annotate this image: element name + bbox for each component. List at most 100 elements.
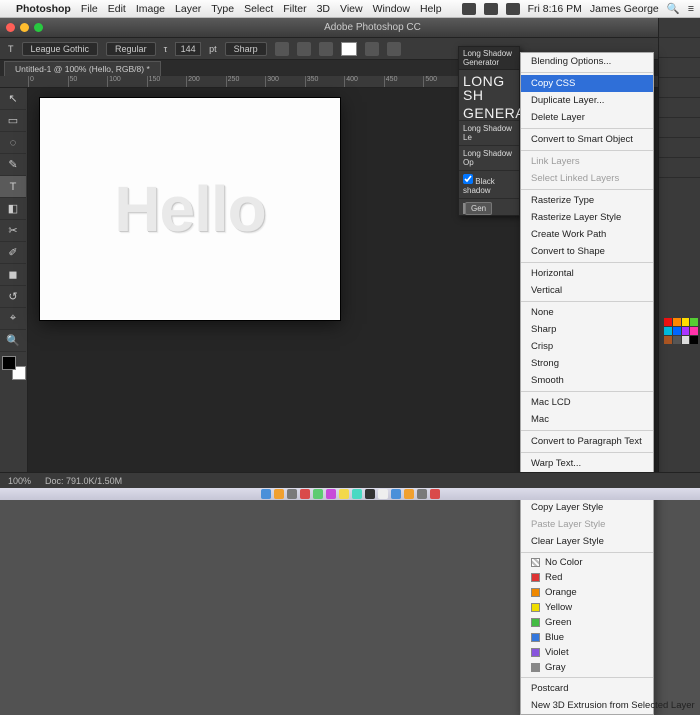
- close-button[interactable]: [6, 23, 15, 32]
- align-left-icon[interactable]: [275, 42, 289, 56]
- doc-info[interactable]: Doc: 791.0K/1.50M: [45, 476, 122, 486]
- mi-postcard[interactable]: Postcard: [521, 680, 653, 697]
- dock-app-icon[interactable]: [300, 489, 310, 499]
- menu-3d[interactable]: 3D: [317, 3, 330, 15]
- dock-app-icon[interactable]: [313, 489, 323, 499]
- mi-color-violet[interactable]: Violet: [521, 645, 653, 660]
- lasso-tool[interactable]: ◌: [0, 132, 26, 154]
- menu-extra-icon[interactable]: ≡: [688, 3, 694, 15]
- menubar-icon[interactable]: [506, 3, 520, 15]
- crop-tool[interactable]: ✂: [0, 220, 26, 242]
- mi-rasterize-style[interactable]: Rasterize Layer Style: [521, 209, 653, 226]
- menu-view[interactable]: View: [340, 3, 363, 15]
- swatches-panel[interactable]: [664, 318, 698, 366]
- marquee-tool[interactable]: ▭: [0, 110, 26, 132]
- dock-app-icon[interactable]: [391, 489, 401, 499]
- align-center-icon[interactable]: [297, 42, 311, 56]
- anti-alias-select[interactable]: Sharp: [225, 42, 267, 56]
- menubar-user[interactable]: James George: [590, 3, 659, 15]
- mi-mac-lcd[interactable]: Mac LCD: [521, 394, 653, 411]
- black-shadow-check[interactable]: Black shadow: [459, 170, 519, 198]
- panel-header[interactable]: Long Shadow Generator: [459, 47, 519, 70]
- dock-app-icon[interactable]: [378, 489, 388, 499]
- dock-app-icon[interactable]: [326, 489, 336, 499]
- menu-file[interactable]: File: [81, 3, 98, 15]
- mi-duplicate-layer[interactable]: Duplicate Layer...: [521, 92, 653, 109]
- menu-select[interactable]: Select: [244, 3, 273, 15]
- zoom-level[interactable]: 100%: [8, 476, 31, 486]
- mi-blending-options[interactable]: Blending Options...: [521, 53, 653, 70]
- dock-app-icon[interactable]: [261, 489, 271, 499]
- mi-warp-text[interactable]: Warp Text...: [521, 455, 653, 472]
- dock-app-icon[interactable]: [417, 489, 427, 499]
- brush-tool[interactable]: ✎: [0, 154, 26, 176]
- menu-image[interactable]: Image: [136, 3, 165, 15]
- dock-app-icon[interactable]: [339, 489, 349, 499]
- menu-type[interactable]: Type: [211, 3, 234, 15]
- gradient-tool[interactable]: ◧: [0, 198, 26, 220]
- mi-color-yellow[interactable]: Yellow: [521, 600, 653, 615]
- app-menu[interactable]: Photoshop: [16, 3, 71, 15]
- dock-app-icon[interactable]: [430, 489, 440, 499]
- mi-convert-smart-object[interactable]: Convert to Smart Object: [521, 131, 653, 148]
- warp-text-icon[interactable]: [365, 42, 379, 56]
- dock-app-icon[interactable]: [352, 489, 362, 499]
- dock-app-icon[interactable]: [404, 489, 414, 499]
- mi-aa-smooth[interactable]: Smooth: [521, 372, 653, 389]
- mi-aa-sharp[interactable]: Sharp: [521, 321, 653, 338]
- font-style-select[interactable]: Regular: [106, 42, 156, 56]
- mi-color-red[interactable]: Red: [521, 570, 653, 585]
- mi-aa-crisp[interactable]: Crisp: [521, 338, 653, 355]
- dock-app-icon[interactable]: [274, 489, 284, 499]
- text-layer-hello[interactable]: Hello: [114, 172, 265, 246]
- dock-app-icon[interactable]: [287, 489, 297, 499]
- mi-mac[interactable]: Mac: [521, 411, 653, 428]
- hand-tool[interactable]: ⌖: [0, 308, 26, 330]
- long-shadow-panel[interactable]: Long Shadow Generator LONG SH GENERAT Lo…: [458, 46, 520, 216]
- mi-horizontal[interactable]: Horizontal: [521, 265, 653, 282]
- canvas[interactable]: Hello: [40, 98, 340, 320]
- align-right-icon[interactable]: [319, 42, 333, 56]
- font-family-select[interactable]: League Gothic: [22, 42, 99, 56]
- mi-new-3d-extrusion[interactable]: New 3D Extrusion from Selected Layer: [521, 697, 653, 714]
- mi-vertical[interactable]: Vertical: [521, 282, 653, 299]
- menu-layer[interactable]: Layer: [175, 3, 201, 15]
- mi-color-green[interactable]: Green: [521, 615, 653, 630]
- menubar-icon[interactable]: [484, 3, 498, 15]
- zoom-tool[interactable]: 🔍: [0, 330, 26, 352]
- dock-app-icon[interactable]: [365, 489, 375, 499]
- minimize-button[interactable]: [20, 23, 29, 32]
- document-tab[interactable]: Untitled-1 @ 100% (Hello, RGB/8) *: [4, 61, 161, 76]
- generate-button[interactable]: Gen: [465, 202, 492, 215]
- rotate-tool[interactable]: ↺: [0, 286, 26, 308]
- mi-aa-none[interactable]: None: [521, 304, 653, 321]
- mi-copy-css[interactable]: Copy CSS: [521, 75, 653, 92]
- spotlight-icon[interactable]: 🔍: [667, 2, 680, 15]
- mi-color-gray[interactable]: Gray: [521, 660, 653, 675]
- mi-convert-paragraph[interactable]: Convert to Paragraph Text: [521, 433, 653, 450]
- mi-color-none[interactable]: No Color: [521, 555, 653, 570]
- mi-color-blue[interactable]: Blue: [521, 630, 653, 645]
- mac-dock[interactable]: [0, 488, 700, 500]
- mi-aa-strong[interactable]: Strong: [521, 355, 653, 372]
- color-picker[interactable]: [2, 356, 26, 380]
- shape-tool[interactable]: ◼: [0, 264, 26, 286]
- move-tool[interactable]: ↖: [0, 88, 26, 110]
- mi-copy-layer-style[interactable]: Copy Layer Style: [521, 499, 653, 516]
- menu-window[interactable]: Window: [373, 3, 410, 15]
- font-size-input[interactable]: 144: [175, 42, 201, 56]
- right-panel-dock[interactable]: [658, 18, 700, 478]
- menu-edit[interactable]: Edit: [108, 3, 126, 15]
- zoom-button[interactable]: [34, 23, 43, 32]
- text-color-swatch[interactable]: [341, 42, 357, 56]
- mi-convert-shape[interactable]: Convert to Shape: [521, 243, 653, 260]
- menu-help[interactable]: Help: [420, 3, 442, 15]
- mi-create-work-path[interactable]: Create Work Path: [521, 226, 653, 243]
- menu-filter[interactable]: Filter: [283, 3, 306, 15]
- mi-clear-layer-style[interactable]: Clear Layer Style: [521, 533, 653, 550]
- mi-rasterize-type[interactable]: Rasterize Type: [521, 192, 653, 209]
- mi-color-orange[interactable]: Orange: [521, 585, 653, 600]
- type-tool[interactable]: T: [0, 176, 26, 198]
- canvas-area[interactable]: Hello: [40, 98, 340, 320]
- pen-tool[interactable]: ✐: [0, 242, 26, 264]
